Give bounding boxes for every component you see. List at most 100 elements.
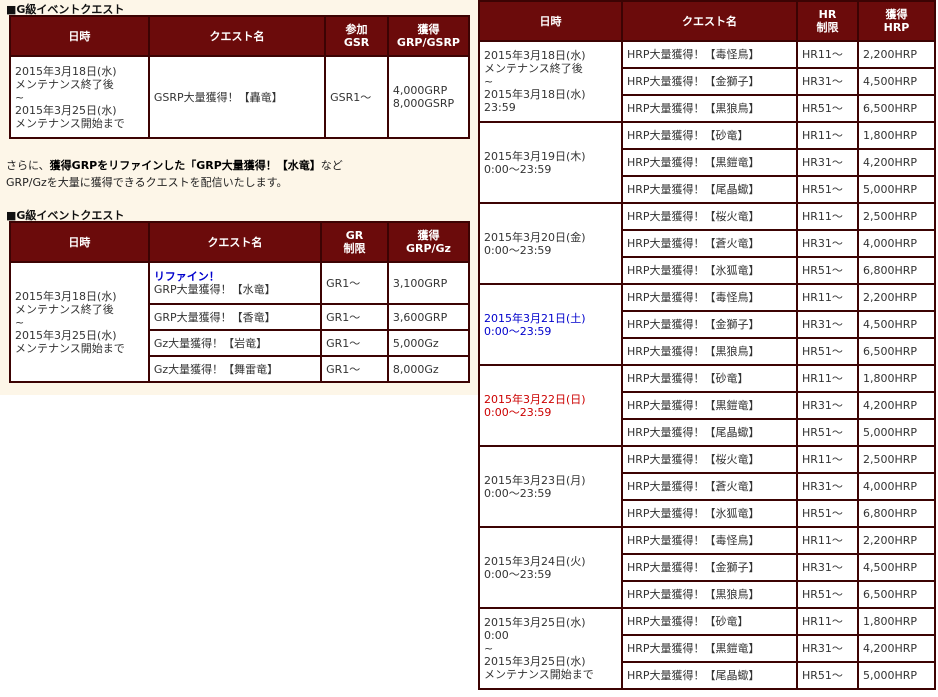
reward-cell: 4,000HRP	[859, 474, 934, 499]
header-reward: 獲得 GRP/GSRP	[388, 17, 468, 55]
date-cell: 2015年3月18日(水) メンテナンス終了後 ~2015年3月18日(水) 23:5…	[480, 42, 621, 121]
date-cell: 2015年3月23日(月) 0:00～23:59	[480, 447, 621, 526]
gr-event-table: 日時 クエスト名 GR 制限 獲得 GRP/Gz 2015年3月18日(水) メンテ…	[9, 221, 470, 383]
cond-cell: HR11～	[798, 609, 857, 634]
header-cond: GR 制限	[322, 223, 387, 261]
header-quest: クエスト名	[623, 2, 796, 40]
reward-cell: 4,000HRP	[859, 231, 934, 256]
reward-cell: 1,800HRP	[859, 609, 934, 634]
quest-cell: HRP大量獲得！【氷狐竜】	[623, 501, 796, 526]
table-row: 2015年3月22日(日) 0:00～23:59 HRP大量獲得！【砂竜】 HR11～…	[480, 366, 934, 445]
reward-cell: 2,500HRP	[859, 447, 934, 472]
quest-cell: リファイン！ GRP大量獲得！【水竜】	[149, 263, 321, 303]
date-cell: 2015年3月22日(日) 0:00～23:59	[480, 366, 621, 445]
reward-cell: 3,600GRP	[388, 305, 468, 329]
quest-cell: HRP大量獲得！【黒狼鳥】	[623, 96, 796, 121]
announcement-note: さらに、獲得GRPをリファインした「GRP大量獲得！【水竜】など GRP/Gzを…	[6, 159, 343, 189]
quest-cell: Gz大量獲得！【舞雷竜】	[149, 357, 321, 381]
reward-cell: 1,800HRP	[859, 123, 934, 148]
reward-cell: 2,200HRP	[859, 528, 934, 553]
cond-cell: GR1～	[322, 305, 387, 329]
reward-cell: 6,500HRP	[859, 582, 934, 607]
cond-cell: HR31～	[798, 474, 857, 499]
cond-cell: GSR1～	[326, 57, 387, 137]
left-panel: ■G級イベントクエスト 日時 クエスト名 参加 GSR 獲得 GRP/GSRP 20…	[0, 0, 478, 395]
header-cond: HR 制限	[798, 2, 857, 40]
quest-cell: HRP大量獲得！【蒼火竜】	[623, 231, 796, 256]
quest-cell: HRP大量獲得！【金獅子】	[623, 312, 796, 337]
reward-cell: 4,000GRP 8,000GSRP	[388, 57, 468, 137]
cond-cell: HR11～	[798, 285, 857, 310]
date-cell: 2015年3月19日(木) 0:00～23:59	[480, 123, 621, 202]
reward-cell: 6,500HRP	[859, 96, 934, 121]
header-reward: 獲得 GRP/Gz	[388, 223, 468, 261]
reward-cell: 2,500HRP	[859, 204, 934, 229]
quest-cell: HRP大量獲得！【尾晶蠍】	[623, 420, 796, 445]
cond-cell: HR31～	[798, 636, 857, 661]
date-cell: 2015年3月20日(金) 0:00～23:59	[480, 204, 621, 283]
quest-cell: GRP大量獲得！【香竜】	[149, 305, 321, 329]
quest-cell: HRP大量獲得！【金獅子】	[623, 555, 796, 580]
reward-cell: 5,000HRP	[859, 663, 934, 688]
quest-cell: HRP大量獲得！【氷狐竜】	[623, 258, 796, 283]
date-cell: 2015年3月18日(水) メンテナンス終了後 ~ 2015年3月25日(水) …	[11, 57, 148, 137]
reward-cell: 2,200HRP	[859, 285, 934, 310]
reward-cell: 4,200HRP	[859, 150, 934, 175]
quest-cell: HRP大量獲得！【黒鎧竜】	[623, 150, 796, 175]
quest-cell: HRP大量獲得！【砂竜】	[623, 123, 796, 148]
date-cell: 2015年3月21日(土) 0:00～23:59	[480, 285, 621, 364]
cond-cell: HR51～	[798, 258, 857, 283]
reward-cell: 5,000Gz	[388, 331, 468, 355]
quest-cell: HRP大量獲得！【黒狼鳥】	[623, 582, 796, 607]
hr-event-table: 日時 クエスト名 HR 制限 獲得 HRP 2015年3月18日(水) メンテナンス終…	[478, 0, 936, 690]
quest-cell: Gz大量獲得！【岩竜】	[149, 331, 321, 355]
quest-cell: HRP大量獲得！【桜火竜】	[623, 204, 796, 229]
cond-cell: HR11～	[798, 447, 857, 472]
quest-cell: HRP大量獲得！【尾晶蠍】	[623, 177, 796, 202]
cond-cell: GR1～	[322, 263, 387, 303]
quest-cell: HRP大量獲得！【黒狼鳥】	[623, 339, 796, 364]
cond-cell: HR31～	[798, 312, 857, 337]
date-cell: 2015年3月18日(水) メンテナンス終了後 ~ 2015年3月25日(水) …	[11, 263, 148, 381]
header-cond: 参加 GSR	[326, 17, 387, 55]
cond-cell: HR51～	[798, 96, 857, 121]
reward-cell: 5,000HRP	[859, 420, 934, 445]
quest-cell: HRP大量獲得！【桜火竜】	[623, 447, 796, 472]
reward-cell: 6,500HRP	[859, 339, 934, 364]
quest-cell: HRP大量獲得！【黒鎧竜】	[623, 393, 796, 418]
quest-cell: HRP大量獲得！【金獅子】	[623, 69, 796, 94]
quest-cell: HRP大量獲得！【毒怪鳥】	[623, 528, 796, 553]
cond-cell: HR51～	[798, 501, 857, 526]
header-quest: クエスト名	[149, 223, 321, 261]
reward-cell: 6,800HRP	[859, 501, 934, 526]
reward-cell: 5,000HRP	[859, 177, 934, 202]
quest-cell: HRP大量獲得！【毒怪鳥】	[623, 42, 796, 67]
reward-cell: 4,500HRP	[859, 69, 934, 94]
reward-cell: 8,000Gz	[388, 357, 468, 381]
reward-cell: 4,200HRP	[859, 393, 934, 418]
table-row: 2015年3月24日(火) 0:00～23:59 HRP大量獲得！【毒怪鳥】 HR11…	[480, 528, 934, 607]
table-row: 2015年3月21日(土) 0:00～23:59 HRP大量獲得！【毒怪鳥】 HR11…	[480, 285, 934, 364]
date-cell: 2015年3月24日(火) 0:00～23:59	[480, 528, 621, 607]
quest-cell: HRP大量獲得！【砂竜】	[623, 366, 796, 391]
reward-cell: 4,500HRP	[859, 555, 934, 580]
cond-cell: HR51～	[798, 177, 857, 202]
quest-cell: HRP大量獲得！【砂竜】	[623, 609, 796, 634]
cond-cell: HR31～	[798, 69, 857, 94]
table-row: 2015年3月18日(水) メンテナンス終了後 ~2015年3月18日(水) 23:5…	[480, 42, 934, 121]
date-cell: 2015年3月25日(水) 0:00 ~2015年3月25日(水) メンテナンス開始ま…	[480, 609, 621, 688]
cond-cell: HR31～	[798, 231, 857, 256]
table-row: 2015年3月20日(金) 0:00～23:59 HRP大量獲得！【桜火竜】 HR11…	[480, 204, 934, 283]
cond-cell: GR1～	[322, 357, 387, 381]
table-row: 2015年3月19日(木) 0:00～23:59 HRP大量獲得！【砂竜】 HR11～…	[480, 123, 934, 202]
header-date: 日時	[11, 223, 148, 261]
header-reward: 獲得 HRP	[859, 2, 934, 40]
cond-cell: HR11～	[798, 123, 857, 148]
table-row: 2015年3月23日(月) 0:00～23:59 HRP大量獲得！【桜火竜】 HR11…	[480, 447, 934, 526]
cond-cell: HR51～	[798, 582, 857, 607]
reward-cell: 3,100GRP	[388, 263, 468, 303]
quest-cell: HRP大量獲得！【尾晶蠍】	[623, 663, 796, 688]
quest-cell: HRP大量獲得！【黒鎧竜】	[623, 636, 796, 661]
header-date: 日時	[11, 17, 148, 55]
header-quest: クエスト名	[149, 17, 325, 55]
